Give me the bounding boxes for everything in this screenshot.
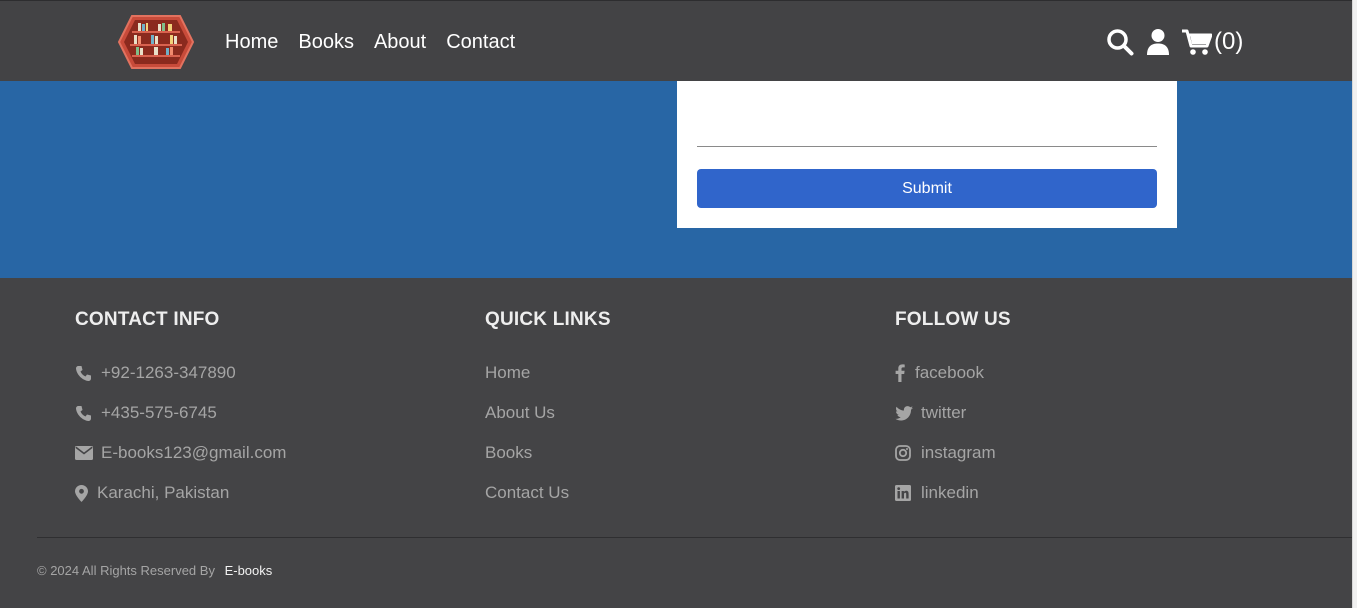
follow-us-column: FOLLOW US facebook twitter instagram lin… [895,308,1011,521]
social-link-instagram[interactable]: instagram [895,441,1011,481]
contact-phone-1[interactable]: +92-1263-347890 [75,361,286,401]
social-link-text: instagram [921,443,996,462]
message-field-underline[interactable] [697,146,1157,147]
quick-link-home[interactable]: Home [485,361,611,401]
contact-info-column: CONTACT INFO +92-1263-347890 +435-575-67… [75,308,286,521]
phone-icon [75,365,93,382]
nav-books-link[interactable]: Books [298,29,354,55]
contact-email[interactable]: E-books123@gmail.com [75,441,286,481]
page-scrollbar[interactable] [1352,0,1357,608]
social-link-text: twitter [921,403,967,422]
contact-info-title: CONTACT INFO [75,309,220,330]
contact-location-text: Karachi, Pakistan [97,483,230,502]
copyright-text: © 2024 All Rights Reserved By [37,563,215,578]
facebook-icon [895,364,907,382]
follow-us-title: FOLLOW US [895,309,1011,330]
social-link-text: linkedin [921,483,979,502]
site-header: Home Books About Contact (0) [0,0,1357,81]
search-icon[interactable] [1106,28,1134,56]
instagram-icon [895,445,913,461]
submit-button[interactable]: Submit [697,169,1157,208]
social-link-text: facebook [915,363,984,382]
map-pin-icon [75,484,89,502]
contact-phone-2[interactable]: +435-575-6745 [75,401,286,441]
quick-links-column: QUICK LINKS Home About Us Books Contact … [485,308,611,521]
contact-phone-text: +92-1263-347890 [101,363,236,382]
social-link-facebook[interactable]: facebook [895,361,1011,401]
user-icon[interactable] [1146,28,1170,56]
social-link-linkedin[interactable]: linkedin [895,481,1011,521]
nav-contact-link[interactable]: Contact [446,29,515,55]
contact-location: Karachi, Pakistan [75,481,286,521]
contact-form: Submit [677,81,1177,228]
copyright: © 2024 All Rights Reserved By E-books [37,562,272,580]
cart-count: (0) [1214,28,1244,55]
nav-about-link[interactable]: About [374,29,426,55]
quick-link-about[interactable]: About Us [485,401,611,441]
main-nav: Home Books About Contact [225,29,535,55]
contact-phone-text: +435-575-6745 [101,403,217,422]
nav-home-link[interactable]: Home [225,29,278,55]
quick-link-books[interactable]: Books [485,441,611,481]
bookshelf-logo[interactable] [117,14,195,70]
twitter-icon [895,405,913,421]
quick-links-title: QUICK LINKS [485,309,611,330]
envelope-icon [75,446,93,460]
social-link-twitter[interactable]: twitter [895,401,1011,441]
quick-link-contact[interactable]: Contact Us [485,481,611,521]
footer-divider [37,537,1352,538]
cart-icon[interactable] [1182,28,1212,56]
phone-icon [75,405,93,422]
brand-link[interactable]: E-books [225,563,273,578]
contact-email-text: E-books123@gmail.com [101,443,287,462]
header-actions: (0) [1106,27,1243,57]
site-footer: CONTACT INFO +92-1263-347890 +435-575-67… [0,278,1352,608]
linkedin-icon [895,485,913,501]
